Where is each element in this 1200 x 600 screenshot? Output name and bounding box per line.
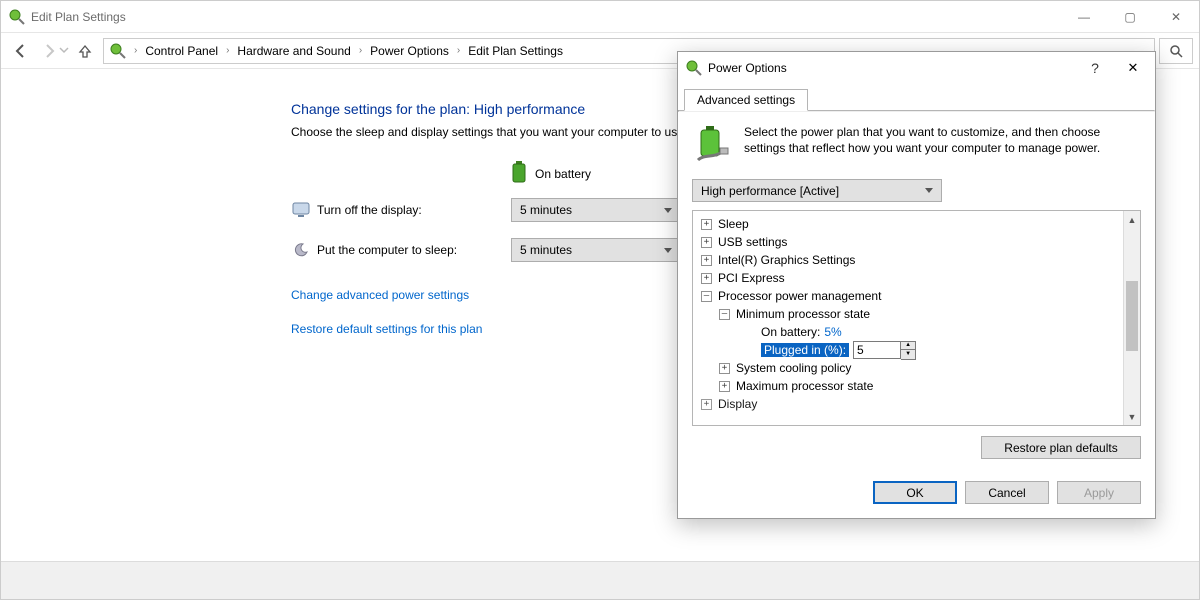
content-footer bbox=[1, 561, 1199, 599]
tree-on-battery-row[interactable]: On battery: 5% bbox=[695, 323, 1138, 341]
tree-plugged-in-row[interactable]: Plugged in (%): ▲ ▼ bbox=[695, 341, 1138, 359]
expand-icon[interactable]: + bbox=[719, 363, 730, 374]
apply-button[interactable]: Apply bbox=[1057, 481, 1141, 504]
chevron-right-icon: › bbox=[222, 45, 233, 56]
minimize-button[interactable]: — bbox=[1061, 1, 1107, 33]
titlebar: Edit Plan Settings — ▢ ✕ bbox=[1, 1, 1199, 33]
collapse-icon[interactable]: – bbox=[701, 291, 712, 302]
tab-advanced-settings[interactable]: Advanced settings bbox=[684, 89, 808, 111]
tree-usb[interactable]: USB settings bbox=[718, 235, 787, 249]
sleep-timeout-battery-value: 5 minutes bbox=[520, 243, 572, 257]
power-plan-selected-value: High performance [Active] bbox=[701, 184, 839, 198]
up-button[interactable] bbox=[71, 37, 99, 65]
tree-sleep[interactable]: Sleep bbox=[718, 217, 749, 231]
link-restore-defaults[interactable]: Restore default settings for this plan bbox=[291, 322, 482, 336]
dialog-body: Select the power plan that you want to c… bbox=[678, 112, 1155, 471]
scroll-down-button[interactable]: ▼ bbox=[1124, 408, 1140, 425]
search-icon bbox=[1169, 44, 1183, 58]
spinner-down-button[interactable]: ▼ bbox=[901, 350, 915, 359]
expand-icon[interactable]: + bbox=[701, 273, 712, 284]
expand-icon[interactable]: + bbox=[701, 237, 712, 248]
power-options-dialog: Power Options ? ✕ Advanced settings Sele… bbox=[677, 51, 1156, 519]
power-plan-select[interactable]: High performance [Active] bbox=[692, 179, 942, 202]
restore-plan-defaults-button[interactable]: Restore plan defaults bbox=[981, 436, 1141, 459]
tree-min-proc-state[interactable]: Minimum processor state bbox=[736, 307, 870, 321]
dialog-help-button[interactable]: ? bbox=[1079, 60, 1111, 76]
row-sleep-label: Put the computer to sleep: bbox=[317, 243, 511, 257]
plugged-in-spinner[interactable]: ▲ ▼ bbox=[853, 341, 916, 360]
battery-icon bbox=[511, 161, 527, 186]
dialog-close-button[interactable]: ✕ bbox=[1111, 52, 1155, 84]
cancel-button[interactable]: Cancel bbox=[965, 481, 1049, 504]
tree-max-proc-state[interactable]: Maximum processor state bbox=[736, 379, 873, 393]
crumb-edit-plan[interactable]: Edit Plan Settings bbox=[464, 42, 567, 60]
monitor-icon bbox=[291, 201, 311, 219]
plugged-in-input[interactable] bbox=[853, 341, 901, 359]
row-display-label: Turn off the display: bbox=[317, 203, 511, 217]
chevron-right-icon: › bbox=[355, 45, 366, 56]
power-plug-icon bbox=[9, 9, 25, 25]
recent-locations-button[interactable] bbox=[59, 44, 69, 58]
battery-plug-large-icon bbox=[692, 124, 734, 169]
scroll-up-button[interactable]: ▲ bbox=[1124, 211, 1140, 228]
expand-icon[interactable]: + bbox=[719, 381, 730, 392]
tree-processor-power-mgmt[interactable]: Processor power management bbox=[718, 289, 881, 303]
window-controls: — ▢ ✕ bbox=[1061, 1, 1199, 33]
link-advanced-settings[interactable]: Change advanced power settings bbox=[291, 288, 469, 302]
chevron-right-icon: › bbox=[453, 45, 464, 56]
tree-on-battery-value: 5% bbox=[824, 325, 841, 339]
sleep-timeout-battery-select[interactable]: 5 minutes bbox=[511, 238, 681, 262]
expand-icon[interactable]: + bbox=[701, 219, 712, 230]
tree-display[interactable]: Display bbox=[718, 397, 757, 411]
tree-on-battery-label: On battery: bbox=[761, 325, 820, 339]
power-plug-icon bbox=[686, 60, 702, 76]
expand-icon[interactable]: + bbox=[701, 255, 712, 266]
tree-cooling-policy[interactable]: System cooling policy bbox=[736, 361, 851, 375]
chevron-right-icon: › bbox=[130, 45, 141, 56]
dialog-intro: Select the power plan that you want to c… bbox=[692, 124, 1141, 169]
close-button[interactable]: ✕ bbox=[1153, 1, 1199, 33]
dialog-title: Power Options bbox=[708, 61, 787, 75]
dialog-tabs: Advanced settings bbox=[678, 84, 1155, 110]
spinner-up-button[interactable]: ▲ bbox=[901, 342, 915, 351]
window-title: Edit Plan Settings bbox=[31, 10, 126, 24]
settings-tree[interactable]: + Sleep + USB settings + Intel(R) Graphics … bbox=[692, 210, 1141, 426]
tree-pci-express[interactable]: PCI Express bbox=[718, 271, 785, 285]
tree-scrollbar[interactable]: ▲ ▼ bbox=[1123, 211, 1140, 425]
edit-plan-settings-window: Edit Plan Settings — ▢ ✕ › Control Panel… bbox=[0, 0, 1200, 600]
expand-icon[interactable]: + bbox=[701, 399, 712, 410]
back-button[interactable] bbox=[7, 37, 35, 65]
collapse-icon[interactable]: – bbox=[719, 309, 730, 320]
search-button[interactable] bbox=[1159, 38, 1193, 64]
crumb-power-options[interactable]: Power Options bbox=[366, 42, 453, 60]
display-timeout-battery-value: 5 minutes bbox=[520, 203, 572, 217]
dialog-footer: OK Cancel Apply bbox=[678, 471, 1155, 518]
crumb-control-panel[interactable]: Control Panel bbox=[141, 42, 222, 60]
crumb-hardware-sound[interactable]: Hardware and Sound bbox=[233, 42, 354, 60]
breadcrumb-icon bbox=[110, 43, 126, 59]
spinner-buttons: ▲ ▼ bbox=[901, 341, 916, 360]
maximize-button[interactable]: ▢ bbox=[1107, 1, 1153, 33]
moon-icon bbox=[291, 242, 311, 258]
dialog-titlebar: Power Options ? ✕ bbox=[678, 52, 1155, 84]
display-timeout-battery-select[interactable]: 5 minutes bbox=[511, 198, 681, 222]
tree-plugged-in-label: Plugged in (%): bbox=[761, 343, 849, 357]
column-header-battery-label: On battery bbox=[535, 167, 591, 181]
ok-button[interactable]: OK bbox=[873, 481, 957, 504]
tree-intel-graphics[interactable]: Intel(R) Graphics Settings bbox=[718, 253, 855, 267]
dialog-intro-text: Select the power plan that you want to c… bbox=[744, 124, 1141, 169]
restore-plan-defaults-label: Restore plan defaults bbox=[1004, 441, 1117, 455]
scroll-thumb[interactable] bbox=[1126, 281, 1138, 351]
